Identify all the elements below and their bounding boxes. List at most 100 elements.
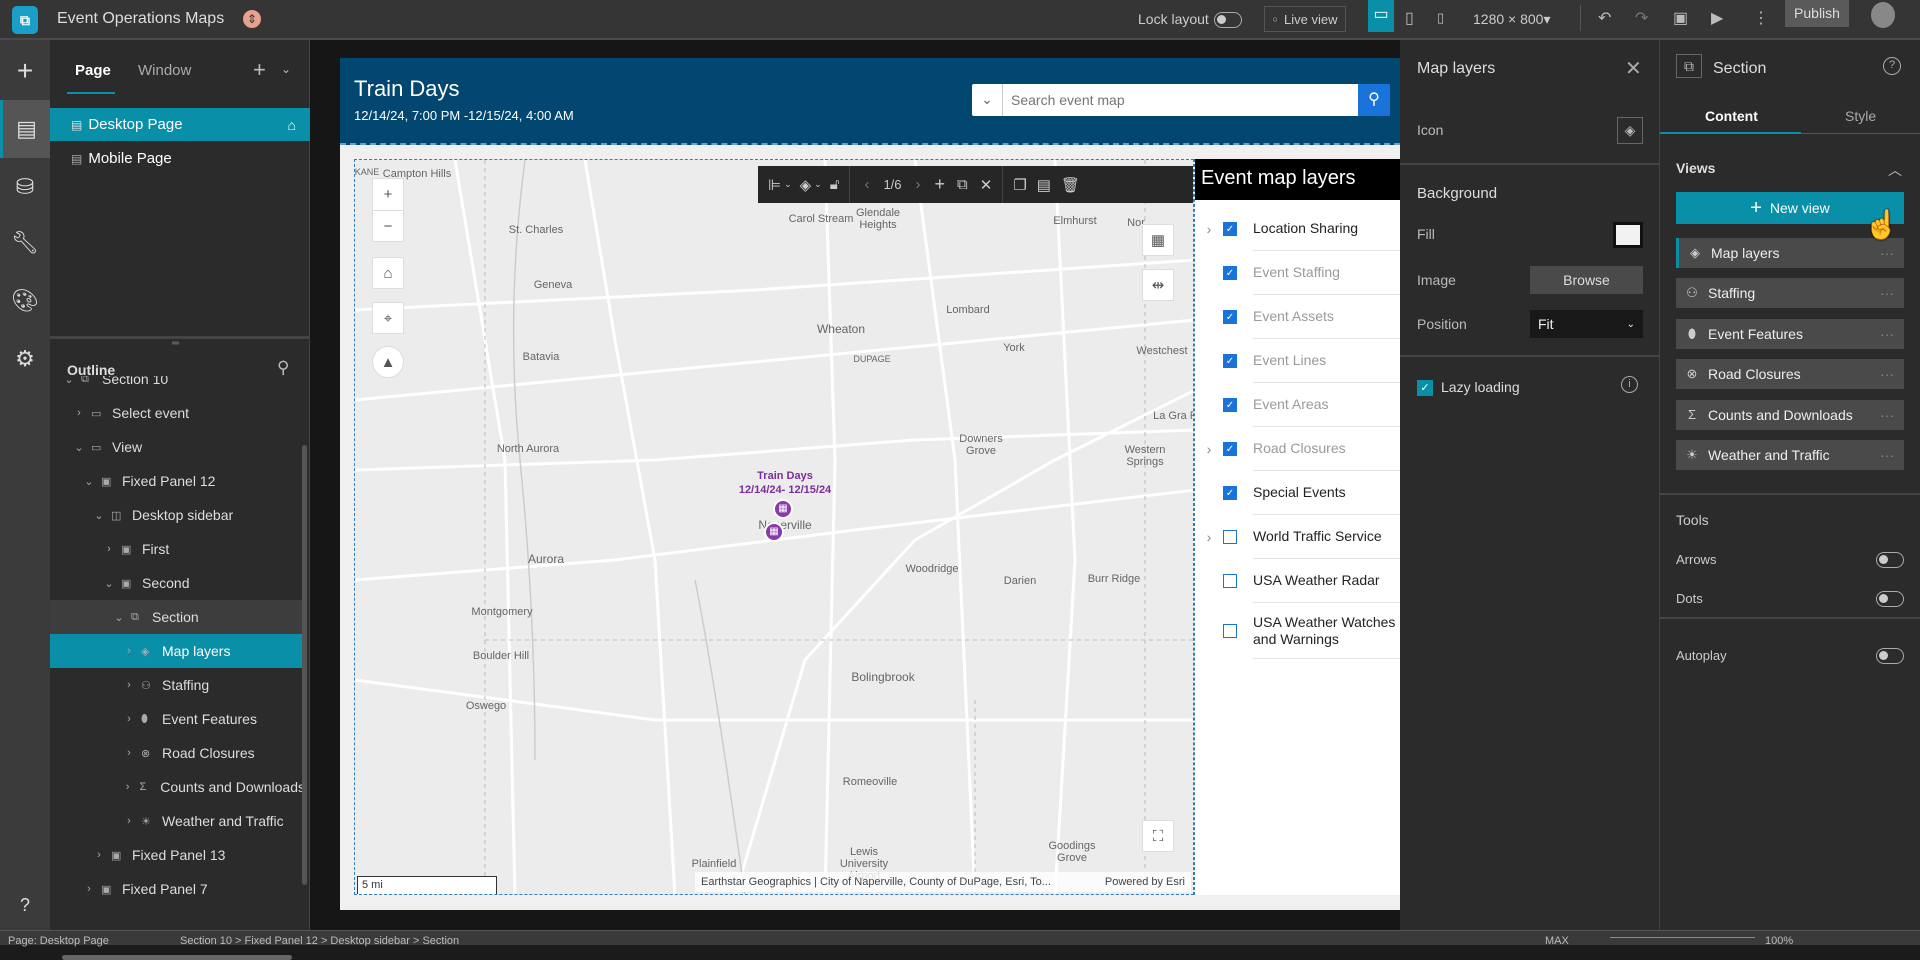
outline-item[interactable]: ⌄ ▭ View [50, 430, 305, 464]
view-item[interactable]: ◈ Map layers ··· [1676, 238, 1904, 268]
outline-item[interactable]: ⌄ ⧉ Section 10 [50, 376, 305, 396]
search-source-dropdown[interactable]: ⌄ [972, 84, 1003, 116]
view-item[interactable]: ☀ Weather and Traffic ··· [1676, 440, 1904, 470]
position-select[interactable]: Fit ⌄ [1530, 310, 1643, 338]
layer-checkbox[interactable]: ✓ [1223, 310, 1237, 324]
drag-grip-icon[interactable]: ═ [172, 338, 179, 349]
layer-item[interactable]: ✓ Special Events [1195, 471, 1401, 515]
layer-item[interactable]: › ✓ Road Closures [1195, 427, 1401, 471]
chevron-right-icon[interactable]: › [122, 815, 136, 827]
zoom-in-button[interactable]: + [372, 178, 404, 210]
qr-code-button[interactable]: ▦ [1142, 224, 1174, 256]
tab-style[interactable]: Style [1845, 108, 1876, 124]
layer-item[interactable]: › ✓ Location Sharing [1195, 207, 1401, 251]
view-item[interactable]: Σ Counts and Downloads ··· [1676, 399, 1904, 430]
chevron-down-icon[interactable]: ⌄ [82, 475, 96, 488]
outline-item[interactable]: › ▭ Select event [50, 396, 305, 430]
dots-toggle[interactable] [1876, 591, 1904, 607]
chevron-down-icon[interactable]: ⌄ [92, 509, 106, 522]
more-icon[interactable]: ··· [1880, 447, 1894, 463]
chevron-down-icon[interactable]: ⌄ [102, 577, 116, 590]
layer-item[interactable]: USA Weather Watches and Warnings [1195, 603, 1401, 659]
search-input[interactable] [1003, 84, 1358, 116]
fullscreen-button[interactable]: ⛶ [1142, 820, 1174, 852]
status-breadcrumb[interactable]: Section 10 > Fixed Panel 12 > Desktop si… [180, 935, 459, 947]
tab-page[interactable]: Page [75, 62, 111, 79]
powered-by-esri[interactable]: Powered by Esri [1105, 876, 1185, 888]
fill-color-swatch[interactable] [1613, 222, 1643, 248]
chevron-right-icon[interactable]: › [121, 781, 135, 793]
layer-checkbox[interactable]: ✓ [1223, 442, 1237, 456]
more-icon[interactable]: ··· [1880, 245, 1894, 261]
search-icon[interactable]: ⚲ [277, 358, 289, 378]
chevron-right-icon[interactable]: › [122, 713, 136, 725]
home-button[interactable]: ⌂ [372, 257, 404, 289]
unlock-icon[interactable]: 🔓︎ [830, 176, 840, 193]
tab-window[interactable]: Window [138, 62, 191, 79]
outline-item[interactable]: › ▣ Fixed Panel 13 [50, 838, 305, 872]
chevron-right-icon[interactable]: › [1195, 221, 1223, 237]
layer-item[interactable]: ✓ Event Staffing [1195, 251, 1401, 295]
view-item[interactable]: ⊗ Road Closures ··· [1676, 359, 1904, 390]
outline-item[interactable]: › Σ Counts and Downloads [50, 770, 305, 804]
chevron-down-icon[interactable]: ⌄ [814, 179, 822, 190]
event-marker-icon[interactable]: ▦ [773, 499, 793, 519]
view-item[interactable]: ⚇ Staffing ··· [1676, 278, 1904, 309]
outline-item[interactable]: › ☀ Weather and Traffic [50, 804, 305, 838]
chevron-down-icon[interactable]: ⌄ [281, 62, 291, 76]
more-icon[interactable]: ··· [1880, 407, 1894, 423]
preview-play-icon[interactable]: ▶ [1711, 8, 1723, 28]
splitter-handle[interactable] [50, 336, 310, 339]
page-item-desktop[interactable]: ▤ Desktop Page ⌂ [50, 108, 310, 141]
autoplay-toggle[interactable] [1876, 648, 1904, 664]
redo-icon[interactable]: ↷ [1635, 8, 1648, 28]
lazy-loading-checkbox[interactable]: ✓ [1417, 380, 1433, 396]
chevron-down-icon[interactable]: ⌄ [784, 179, 792, 190]
app-logo[interactable]: ⧉ [12, 6, 38, 34]
outline-item[interactable]: ⌄ ▣ Fixed Panel 12 [50, 464, 305, 498]
page-settings-icon[interactable]: ▤ [1037, 176, 1051, 194]
close-icon[interactable]: ✕ [1625, 56, 1642, 81]
help-icon[interactable]: ? [0, 882, 50, 928]
outline-item[interactable]: › ⬮ Event Features [50, 702, 305, 736]
icon-picker[interactable]: ◈ [1617, 117, 1643, 144]
layer-checkbox[interactable]: ✓ [1223, 266, 1237, 280]
app-header[interactable]: Train Days 12/14/24, 7:00 PM -12/15/24, … [340, 58, 1400, 145]
gear-icon[interactable]: ⚙ [0, 336, 50, 382]
previous-icon[interactable]: ‹ [864, 176, 869, 193]
more-icon[interactable]: ··· [1880, 326, 1894, 342]
event-marker-icon[interactable]: ▦ [764, 522, 784, 542]
measure-button[interactable]: ⇹ [1142, 269, 1174, 301]
more-icon[interactable]: ··· [1880, 366, 1894, 382]
publish-button[interactable]: Publish [1785, 0, 1849, 27]
lock-layout-toggle[interactable] [1214, 12, 1242, 28]
chevron-right-icon[interactable]: › [1195, 529, 1223, 545]
layer-item[interactable]: ✓ Event Assets [1195, 295, 1401, 339]
map-view[interactable]: Campton Hills St. Charles Carol Stream Glen… [354, 159, 1194, 895]
layer-checkbox[interactable] [1223, 624, 1237, 638]
chevron-right-icon[interactable]: › [72, 407, 86, 419]
chevron-right-icon[interactable]: › [102, 543, 116, 555]
undo-icon[interactable]: ↶ [1598, 8, 1611, 28]
layer-checkbox[interactable] [1223, 574, 1237, 588]
chevron-up-icon[interactable]: ︿ [1888, 160, 1902, 180]
outline-item[interactable]: › ▣ Fixed Panel 7 [50, 872, 305, 906]
chevron-right-icon[interactable]: › [1195, 441, 1223, 457]
chevron-right-icon[interactable]: › [82, 883, 96, 895]
outline-item[interactable]: › ▣ First [50, 532, 305, 566]
help-icon[interactable]: ? [1883, 57, 1901, 75]
search-button[interactable]: ⚲ [1358, 84, 1390, 116]
add-page-icon[interactable]: + [253, 57, 266, 83]
layer-checkbox[interactable]: ✓ [1223, 398, 1237, 412]
locate-button[interactable]: ⌖ [372, 302, 404, 334]
duplicate-icon[interactable]: ⧉ [957, 176, 968, 193]
outline-horizontal-scrollbar[interactable] [62, 955, 292, 960]
data-icon[interactable]: ⛁ [0, 164, 50, 210]
layer-item[interactable]: ✓ Event Areas [1195, 383, 1401, 427]
chevron-down-icon[interactable]: ⌄ [112, 611, 126, 624]
live-view-button[interactable]: ○ Live view [1264, 6, 1346, 32]
align-icon[interactable]: ⊫ [768, 176, 781, 194]
chevron-right-icon[interactable]: › [122, 747, 136, 759]
add-icon[interactable]: + [0, 48, 50, 94]
layers-icon[interactable]: ◈ [800, 176, 812, 194]
